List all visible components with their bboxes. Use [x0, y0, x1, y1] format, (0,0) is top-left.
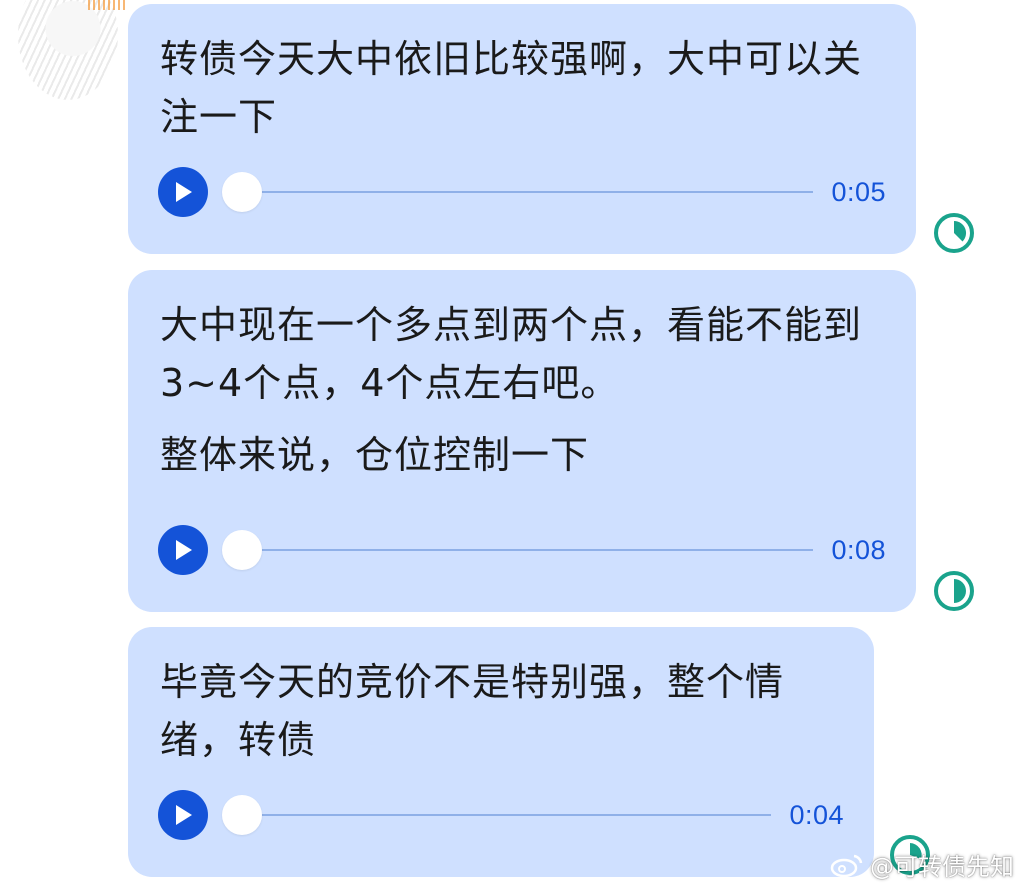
voice-message-bubble[interactable]: 转债今天大中依旧比较强啊，大中可以关注一下 0:05	[128, 4, 916, 254]
audio-player: 0:05	[158, 167, 886, 217]
read-status-icon	[934, 213, 974, 253]
transcript-text: 毕竟今天的竞价不是特别强，整个情绪，转债	[160, 660, 785, 762]
sender-avatar[interactable]	[18, 0, 118, 100]
progress-line	[232, 191, 814, 193]
play-button[interactable]	[158, 167, 208, 217]
voice-message-bubble[interactable]: 大中现在一个多点到两个点，看能不能到3~4个点，4个点左右吧。 整体来说，仓位控…	[128, 270, 916, 612]
progress-line	[232, 814, 772, 816]
audio-duration: 0:04	[789, 799, 844, 830]
transcript-text: 转债今天大中依旧比较强啊，大中可以关注一下	[160, 37, 863, 139]
weibo-logo-icon	[830, 854, 863, 877]
progress-knob[interactable]	[222, 795, 262, 835]
watermark-text: @可转债先知	[870, 853, 1014, 881]
progress-line	[232, 549, 814, 551]
play-button[interactable]	[158, 790, 208, 840]
transcript-text: 整体来说，仓位控制一下	[160, 433, 590, 477]
voice-message-bubble[interactable]: 毕竟今天的竞价不是特别强，整个情绪，转债 0:04	[128, 627, 874, 877]
play-icon	[176, 805, 192, 825]
audio-player: 0:04	[158, 790, 844, 840]
weibo-watermark: @可转债先知	[830, 847, 1014, 882]
play-button[interactable]	[158, 525, 208, 575]
audio-progress-track[interactable]	[222, 530, 814, 570]
audio-player: 0:08	[158, 525, 886, 575]
play-icon	[176, 182, 192, 202]
transcript-text: 大中现在一个多点到两个点，看能不能到3~4个点，4个点左右吧。	[160, 303, 863, 405]
audio-progress-track[interactable]	[222, 172, 814, 212]
read-status-icon	[934, 571, 974, 611]
play-icon	[176, 540, 192, 560]
audio-duration: 0:05	[831, 176, 886, 207]
progress-knob[interactable]	[222, 172, 262, 212]
avatar-decoration	[88, 0, 128, 10]
progress-knob[interactable]	[222, 530, 262, 570]
audio-duration: 0:08	[831, 534, 886, 565]
audio-progress-track[interactable]	[222, 795, 772, 835]
chat-screen: 转债今天大中依旧比较强啊，大中可以关注一下 0:05 大中现在一个多点到两个点，…	[0, 0, 1024, 890]
